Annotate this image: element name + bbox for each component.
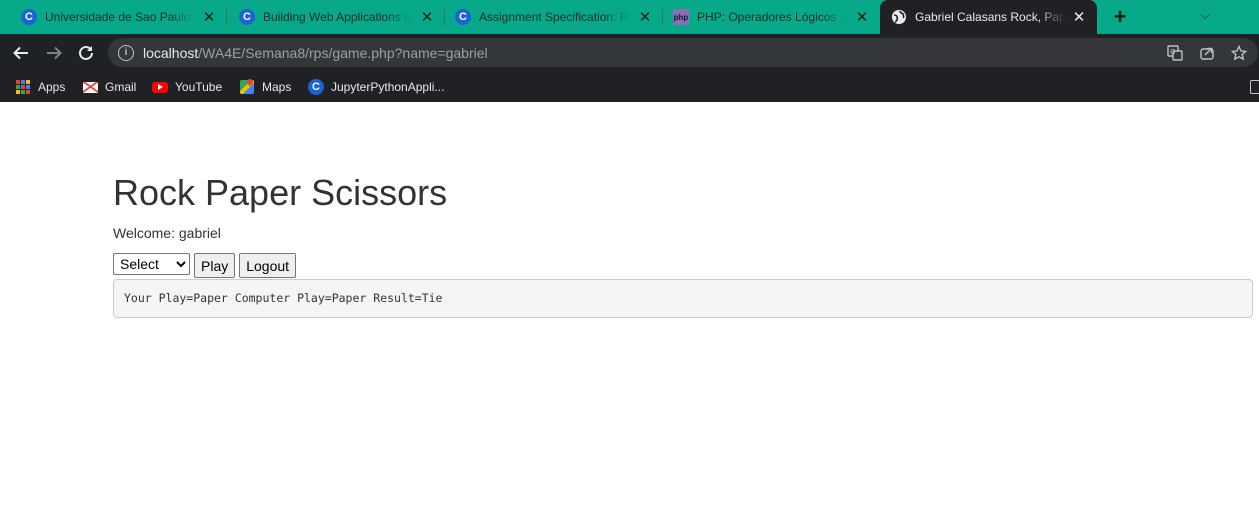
php-icon: php: [673, 9, 689, 25]
tab-1[interactable]: C Universidade de Sao Paulo Bl ✕: [0, 0, 227, 34]
tab-title: Assignment Specification: Ro: [479, 10, 631, 24]
tab-title: Building Web Applications in: [263, 10, 413, 24]
tab-3[interactable]: C Assignment Specification: Ro ✕: [445, 0, 663, 34]
logout-button[interactable]: Logout: [239, 253, 297, 278]
play-select[interactable]: Select: [113, 253, 190, 275]
info-icon[interactable]: i: [118, 44, 134, 61]
coursera-c-icon: C: [455, 9, 471, 25]
bookmark-maps[interactable]: Maps: [239, 76, 291, 98]
translate-icon[interactable]: G: [1166, 44, 1184, 62]
close-icon[interactable]: ✕: [854, 9, 870, 26]
tab-5-active[interactable]: Gabriel Calasans Rock, Paper, ✕: [880, 0, 1097, 34]
tab-title: Universidade de Sao Paulo Bl: [45, 10, 195, 24]
chevron-down-icon[interactable]: ⌵: [1195, 5, 1215, 25]
address-bar[interactable]: i localhost/WA4E/Semana8/rps/game.php?na…: [108, 38, 1258, 67]
reload-icon[interactable]: [73, 40, 99, 66]
play-form: Select Play Logout: [113, 253, 297, 278]
svg-text:G: G: [1170, 48, 1175, 56]
bookmark-label: Gmail: [105, 80, 137, 94]
bookmark-youtube[interactable]: YouTube: [152, 76, 222, 98]
welcome-text: Welcome: gabriel: [113, 225, 221, 241]
globe-icon: [891, 9, 907, 25]
tab-4[interactable]: php PHP: Operadores Lógicos - M ✕: [663, 0, 880, 34]
apps-grid-icon: [15, 79, 31, 95]
bookmark-jupyter[interactable]: C JupyterPythonAppli...: [308, 76, 444, 98]
youtube-icon: [152, 79, 168, 95]
close-icon[interactable]: ✕: [637, 9, 653, 26]
other-bookmarks-icon[interactable]: [1250, 80, 1259, 94]
bookmark-apps[interactable]: Apps: [15, 76, 65, 98]
page-content: Rock Paper Scissors Welcome: gabriel Sel…: [0, 102, 1259, 524]
bookmarks-bar: Apps Gmail YouTube Maps C JupyterPythonA…: [0, 71, 1259, 102]
bookmark-label: Apps: [38, 80, 66, 94]
coursera-c-icon: C: [21, 9, 37, 25]
result-box: Your Play=Paper Computer Play=Paper Resu…: [113, 279, 1253, 318]
close-icon[interactable]: ✕: [419, 9, 435, 26]
url-text[interactable]: localhost/WA4E/Semana8/rps/game.php?name…: [143, 45, 488, 61]
tab-title: PHP: Operadores Lógicos - M: [697, 10, 848, 24]
gmail-icon: [82, 79, 98, 95]
bookmark-star-icon[interactable]: [1230, 44, 1248, 62]
browser-toolbar: i localhost/WA4E/Semana8/rps/game.php?na…: [0, 34, 1259, 71]
coursera-c-icon: C: [308, 79, 324, 95]
bookmark-gmail[interactable]: Gmail: [82, 76, 136, 98]
tab-strip: C Universidade de Sao Paulo Bl ✕ C Build…: [0, 0, 1259, 34]
url-path: /WA4E/Semana8/rps/game.php?name=gabriel: [198, 44, 488, 61]
bookmark-label: JupyterPythonAppli...: [331, 80, 445, 94]
new-tab-icon[interactable]: +: [1108, 4, 1132, 29]
url-host: localhost: [143, 44, 199, 61]
forward-arrow-icon[interactable]: [41, 40, 67, 66]
bookmark-label: Maps: [262, 80, 292, 94]
close-icon[interactable]: ✕: [1071, 9, 1087, 26]
back-arrow-icon[interactable]: [8, 40, 34, 66]
play-button[interactable]: Play: [194, 253, 236, 278]
coursera-c-icon: C: [239, 9, 255, 25]
maps-icon: [239, 79, 255, 95]
tab-2[interactable]: C Building Web Applications in ✕: [227, 0, 445, 34]
bookmark-label: YouTube: [175, 80, 223, 94]
page-title: Rock Paper Scissors: [113, 172, 448, 213]
tab-title: Gabriel Calasans Rock, Paper,: [915, 10, 1065, 24]
share-icon[interactable]: [1198, 44, 1216, 62]
close-icon[interactable]: ✕: [201, 9, 217, 26]
